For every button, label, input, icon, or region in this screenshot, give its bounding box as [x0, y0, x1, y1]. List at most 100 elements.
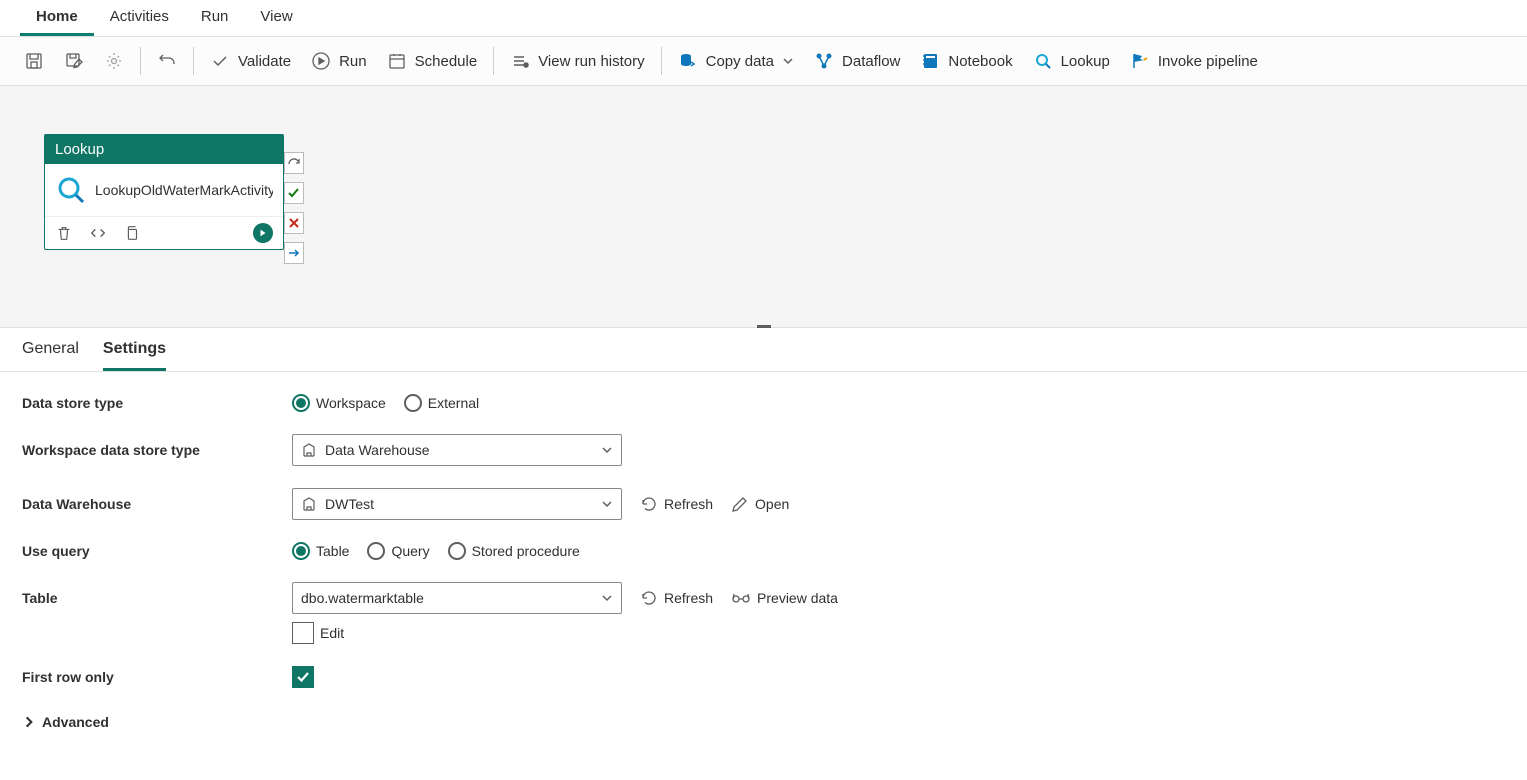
- skip-handle[interactable]: [284, 152, 304, 174]
- radio-table-label: Table: [316, 543, 349, 559]
- dataflow-button[interactable]: Dataflow: [804, 45, 910, 77]
- save-as-button[interactable]: [54, 45, 94, 77]
- activity-node[interactable]: Lookup LookupOldWaterMarkActivity: [44, 134, 284, 250]
- use-query-label: Use query: [22, 543, 292, 559]
- first-row-only-label: First row only: [22, 669, 292, 685]
- first-row-only-checkbox[interactable]: [292, 666, 314, 688]
- trash-icon[interactable]: [55, 224, 73, 242]
- chevron-down-icon: [601, 498, 613, 510]
- table-select[interactable]: dbo.watermarktable: [292, 582, 622, 614]
- undo-button[interactable]: [147, 45, 187, 77]
- advanced-toggle[interactable]: Advanced: [22, 714, 109, 730]
- edit-checkbox[interactable]: [292, 622, 314, 644]
- radio-stored-procedure[interactable]: Stored procedure: [448, 542, 580, 560]
- lookup-button[interactable]: Lookup: [1023, 45, 1120, 77]
- completion-handle[interactable]: [284, 242, 304, 264]
- radio-external[interactable]: External: [404, 394, 479, 412]
- gear-icon: [104, 51, 124, 71]
- copy-icon[interactable]: [123, 224, 141, 242]
- building-icon: [301, 442, 317, 458]
- activity-type-label: Lookup: [45, 135, 283, 164]
- edit-label: Edit: [320, 625, 344, 641]
- tab-home[interactable]: Home: [20, 0, 94, 36]
- workspace-data-store-type-value: Data Warehouse: [325, 442, 593, 458]
- advanced-label: Advanced: [42, 714, 109, 730]
- radio-stored-procedure-label: Stored procedure: [472, 543, 580, 559]
- property-tabs: General Settings: [0, 328, 1527, 372]
- data-warehouse-select[interactable]: DWTest: [292, 488, 622, 520]
- pipeline-canvas[interactable]: Lookup LookupOldWaterMarkActivity: [0, 86, 1527, 328]
- tab-general[interactable]: General: [22, 340, 79, 371]
- notebook-label: Notebook: [948, 53, 1012, 70]
- list-icon: [510, 51, 530, 71]
- view-run-history-button[interactable]: View run history: [500, 45, 654, 77]
- run-label: Run: [339, 53, 367, 70]
- flag-icon: [1130, 51, 1150, 71]
- toolbar: Validate Run Schedule View run history C…: [0, 37, 1527, 86]
- dataflow-icon: [814, 51, 834, 71]
- preview-data-label: Preview data: [757, 590, 838, 606]
- radio-workspace-label: Workspace: [316, 395, 386, 411]
- save-as-icon: [64, 51, 84, 71]
- success-handle[interactable]: [284, 182, 304, 204]
- workspace-data-store-type-select[interactable]: Data Warehouse: [292, 434, 622, 466]
- activity-name: LookupOldWaterMarkActivity: [95, 181, 273, 199]
- open-label: Open: [755, 496, 789, 512]
- tab-view[interactable]: View: [244, 0, 308, 36]
- check-icon: [210, 51, 230, 71]
- radio-workspace[interactable]: Workspace: [292, 394, 386, 412]
- radio-external-label: External: [428, 395, 479, 411]
- open-button[interactable]: Open: [731, 495, 789, 513]
- radio-query-label: Query: [391, 543, 429, 559]
- data-store-type-label: Data store type: [22, 395, 292, 411]
- chevron-down-icon: [601, 444, 613, 456]
- copy-data-button[interactable]: Copy data: [668, 45, 804, 77]
- activity-run-button[interactable]: [253, 223, 273, 243]
- panel-resize-handle[interactable]: [757, 325, 771, 328]
- run-button[interactable]: Run: [301, 45, 377, 77]
- invoke-pipeline-button[interactable]: Invoke pipeline: [1120, 45, 1268, 77]
- connection-handles: [284, 152, 304, 264]
- tab-settings[interactable]: Settings: [103, 340, 166, 371]
- save-button[interactable]: [14, 45, 54, 77]
- chevron-down-icon: [782, 55, 794, 67]
- validate-button[interactable]: Validate: [200, 45, 301, 77]
- undo-icon: [157, 51, 177, 71]
- workspace-data-store-type-label: Workspace data store type: [22, 442, 292, 458]
- top-ribbon-tabs: Home Activities Run View: [0, 0, 1527, 37]
- code-icon[interactable]: [89, 224, 107, 242]
- lookup-label: Lookup: [1061, 53, 1110, 70]
- preview-data-button[interactable]: Preview data: [731, 590, 838, 606]
- notebook-button[interactable]: Notebook: [910, 45, 1022, 77]
- data-warehouse-value: DWTest: [325, 496, 593, 512]
- settings-button[interactable]: [94, 45, 134, 77]
- fail-handle[interactable]: [284, 212, 304, 234]
- save-icon: [24, 51, 44, 71]
- radio-table[interactable]: Table: [292, 542, 349, 560]
- pencil-icon: [731, 495, 749, 513]
- view-run-history-label: View run history: [538, 53, 644, 70]
- copy-data-label: Copy data: [706, 53, 774, 70]
- lookup-icon: [1033, 51, 1053, 71]
- refresh-button[interactable]: Refresh: [640, 495, 713, 513]
- schedule-button[interactable]: Schedule: [377, 45, 488, 77]
- tab-run[interactable]: Run: [185, 0, 245, 36]
- database-icon: [678, 51, 698, 71]
- validate-label: Validate: [238, 53, 291, 70]
- refresh-label: Refresh: [664, 496, 713, 512]
- building-icon: [301, 496, 317, 512]
- refresh-table-button[interactable]: Refresh: [640, 589, 713, 607]
- calendar-icon: [387, 51, 407, 71]
- table-label: Table: [22, 590, 292, 606]
- play-icon: [311, 51, 331, 71]
- glasses-icon: [731, 591, 751, 605]
- refresh-table-label: Refresh: [664, 590, 713, 606]
- tab-activities[interactable]: Activities: [94, 0, 185, 36]
- radio-query[interactable]: Query: [367, 542, 429, 560]
- refresh-icon: [640, 589, 658, 607]
- settings-form: Data store type Workspace External Works…: [0, 372, 1527, 754]
- refresh-icon: [640, 495, 658, 513]
- dataflow-label: Dataflow: [842, 53, 900, 70]
- data-warehouse-label: Data Warehouse: [22, 496, 292, 512]
- invoke-pipeline-label: Invoke pipeline: [1158, 53, 1258, 70]
